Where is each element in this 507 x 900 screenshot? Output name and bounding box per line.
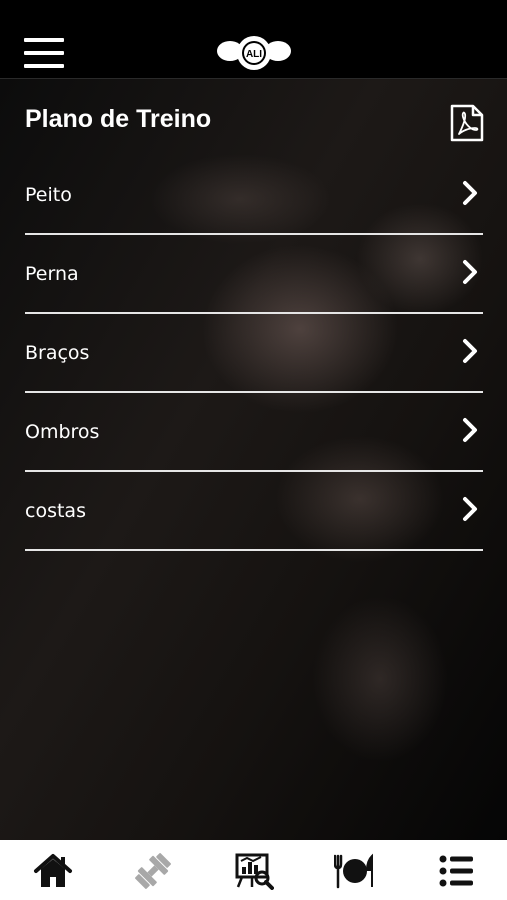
chevron-right-icon <box>463 181 477 205</box>
menu-item-perna[interactable]: Perna <box>25 235 483 314</box>
chevron-right-icon <box>463 339 477 363</box>
menu-item-label: Perna <box>25 263 79 285</box>
hamburger-menu-icon[interactable] <box>24 38 64 68</box>
menu-item-label: costas <box>25 500 86 522</box>
app-logo: ALI <box>216 34 292 72</box>
chevron-right-icon <box>463 418 477 442</box>
workout-plan-list: Peito Perna Braços Ombros costas <box>25 156 483 551</box>
chevron-right-icon <box>463 497 477 521</box>
dumbbell-icon[interactable] <box>133 852 173 890</box>
meal-icon[interactable] <box>334 852 374 890</box>
pdf-document-icon[interactable] <box>450 104 484 142</box>
menu-item-label: Ombros <box>25 421 100 443</box>
home-icon[interactable] <box>33 852 73 890</box>
top-bar: ALI <box>0 0 507 79</box>
menu-item-peito[interactable]: Peito <box>25 156 483 235</box>
menu-item-costas[interactable]: costas <box>25 472 483 551</box>
progress-chart-icon[interactable] <box>234 852 274 890</box>
menu-item-label: Peito <box>25 184 72 206</box>
menu-item-ombros[interactable]: Ombros <box>25 393 483 472</box>
list-icon[interactable] <box>437 852 477 890</box>
menu-item-label: Braços <box>25 342 90 364</box>
menu-item-bracos[interactable]: Braços <box>25 314 483 393</box>
chevron-right-icon <box>463 260 477 284</box>
page-title: Plano de Treino <box>25 105 212 133</box>
bottom-tab-bar <box>0 840 507 900</box>
logo-text: ALI <box>246 49 262 60</box>
